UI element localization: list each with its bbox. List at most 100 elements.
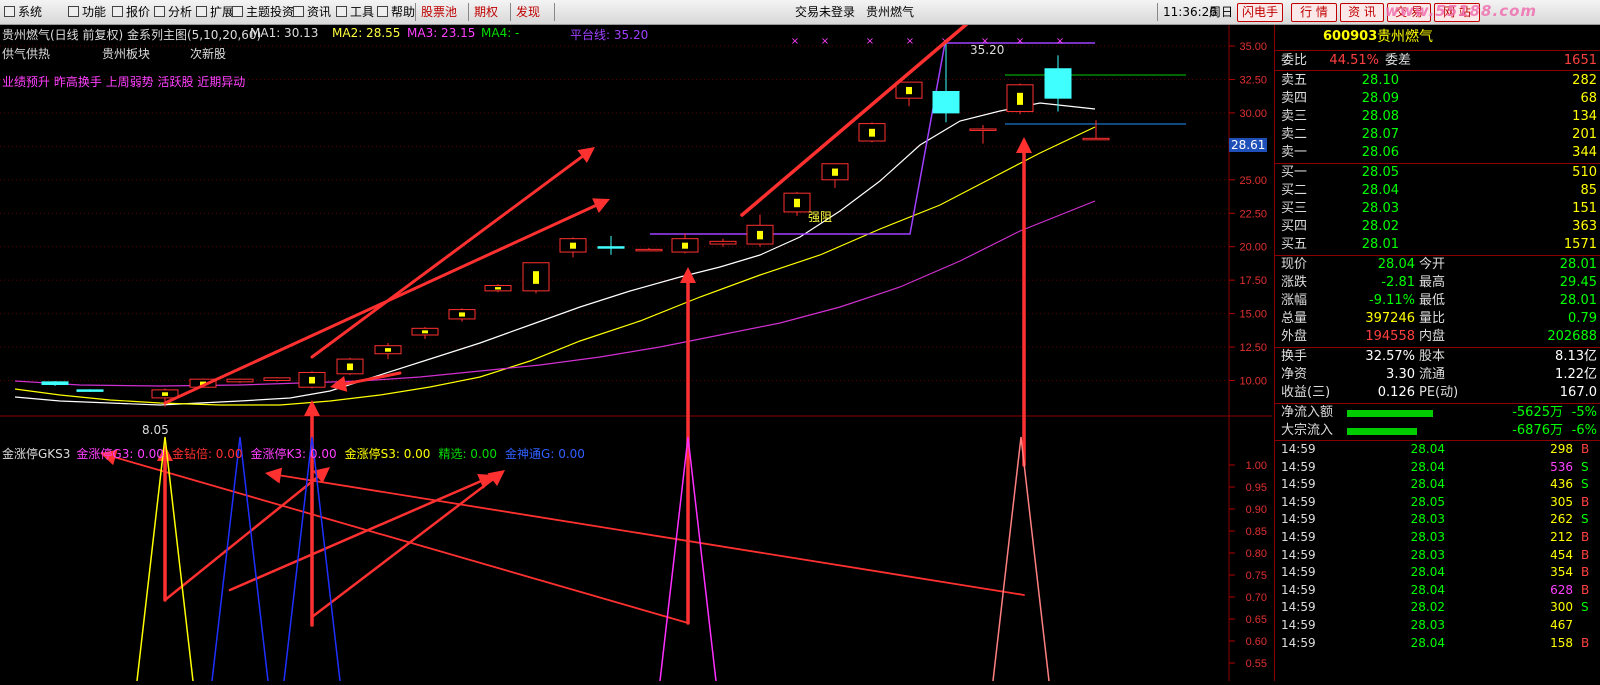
strong-resist-annotation: 强阻 xyxy=(808,210,833,224)
stock-header: 600903 贵州燃气 xyxy=(1275,28,1600,48)
menu-item[interactable]: 系统 xyxy=(4,0,42,24)
candle-signal-bar xyxy=(162,392,168,396)
menu-square-icon xyxy=(232,6,243,17)
tag-cixin[interactable]: 次新股 xyxy=(190,45,226,62)
stat-label: 涨幅 xyxy=(1281,293,1308,308)
platform-marker: × xyxy=(906,36,914,47)
finance-row: 换手 32.57% 股本 8.13亿 xyxy=(1275,348,1600,366)
order-book-buy-row: 买三 28.03 151 xyxy=(1275,200,1600,218)
tag-gongqi[interactable]: 供气供热 xyxy=(2,45,50,62)
menu-item[interactable]: 分析 xyxy=(154,0,192,24)
price-axis-label: 35.00 xyxy=(1239,41,1267,53)
menu-item[interactable]: 主题投资 xyxy=(232,0,294,24)
price-axis-label: 22.50 xyxy=(1239,208,1267,220)
menu-item[interactable]: 扩展 xyxy=(196,0,234,24)
platform-marker: × xyxy=(791,36,799,47)
tick-price: 28.04 xyxy=(1410,565,1445,580)
indicator-value-6: 金神通G: 0.00 xyxy=(505,447,585,461)
ma4-label: MA4: - xyxy=(481,26,520,40)
menu-square-icon xyxy=(68,6,79,17)
menu-label: 系统 xyxy=(18,5,43,19)
top-button-3[interactable]: 资 讯 xyxy=(1340,3,1384,22)
candle-signal-bar xyxy=(757,230,763,240)
finance-value: 0.126 xyxy=(1377,385,1415,400)
top-button-1[interactable]: 闪电手 xyxy=(1237,3,1283,22)
buy-price: 28.02 xyxy=(1361,219,1399,234)
concept-tags[interactable]: 业绩预升 昨高换手 上周弱势 活跃股 近期异动 xyxy=(2,73,245,90)
buy-label: 买四 xyxy=(1281,219,1308,234)
indicator-value-3: 金涨停K3: 0.00 xyxy=(250,447,337,461)
buy-volume: 85 xyxy=(1580,183,1597,198)
ma3-label: MA3: 23.15 xyxy=(407,26,476,40)
stats-row: 外盘 194558 内盘 202688 xyxy=(1275,328,1600,346)
tick-volume: 536 xyxy=(1550,459,1573,474)
tick-price: 28.02 xyxy=(1410,600,1445,615)
price-axis-label: 25.00 xyxy=(1239,175,1267,187)
buy-volume: 363 xyxy=(1572,219,1597,234)
sell-label: 卖五 xyxy=(1281,73,1308,88)
sell-volume: 282 xyxy=(1572,73,1597,88)
sell-volume: 201 xyxy=(1572,127,1597,142)
tick-price: 28.04 xyxy=(1410,459,1445,474)
order-book-buy-row: 买二 28.04 85 xyxy=(1275,182,1600,200)
tick-row: 14:59 28.02 300 S xyxy=(1275,599,1600,616)
candle-body xyxy=(932,90,960,114)
clock-weekday: 周日 xyxy=(1209,5,1234,19)
menu-item[interactable]: 帮助 xyxy=(377,0,415,24)
candle-signal-bar xyxy=(906,86,912,95)
indicator-value-5: 精选: 0.00 xyxy=(438,447,498,461)
menu-item-2[interactable]: 期权 xyxy=(474,0,498,24)
price-axis-label: 32.50 xyxy=(1239,74,1267,86)
sell-volume: 344 xyxy=(1572,145,1597,160)
tick-price: 28.04 xyxy=(1410,635,1445,650)
capital-flow-row: 净流入额 -5625万 -5% xyxy=(1275,404,1600,422)
menu-square-icon xyxy=(336,6,347,17)
top-button-2[interactable]: 行 情 xyxy=(1291,3,1337,22)
kline-chart[interactable]: 35.0032.5030.0027.5025.0022.5020.0017.50… xyxy=(0,0,1272,685)
tag-guizhou[interactable]: 贵州板块 xyxy=(102,45,150,62)
price-axis-label: 15.00 xyxy=(1239,309,1267,321)
buy-price: 28.01 xyxy=(1361,237,1399,252)
sell-price: 28.09 xyxy=(1361,91,1399,106)
tick-side: B xyxy=(1581,635,1590,650)
menu-label: 资讯 xyxy=(307,5,332,19)
menu-label: 主题投资 xyxy=(246,5,295,19)
stat-value: 194558 xyxy=(1365,329,1415,344)
tick-row: 14:59 28.05 305 B xyxy=(1275,494,1600,511)
price-axis-label: 20.00 xyxy=(1239,242,1267,254)
menu-item[interactable]: 工具 xyxy=(336,0,374,24)
high-annotation: 35.20 xyxy=(970,43,1005,57)
chart-area[interactable]: 35.0032.5030.0027.5025.0022.5020.0017.50… xyxy=(0,0,1272,685)
tick-price: 28.04 xyxy=(1410,442,1445,456)
tick-volume: 628 xyxy=(1550,582,1573,597)
buy-volume: 510 xyxy=(1572,165,1597,180)
tick-time: 14:59 xyxy=(1281,494,1316,509)
tick-time: 14:59 xyxy=(1281,565,1316,580)
menu-item-1[interactable]: 股票池 xyxy=(421,0,457,24)
tick-time: 14:59 xyxy=(1281,547,1316,562)
buy-label: 买二 xyxy=(1281,183,1308,198)
menu-square-icon xyxy=(154,6,165,17)
tick-side: B xyxy=(1581,530,1590,544)
menu-item[interactable]: 功能 xyxy=(68,0,106,24)
login-status[interactable]: 交易未登录 xyxy=(795,0,855,24)
order-book-buy-row: 买四 28.02 363 xyxy=(1275,218,1600,236)
tick-side: S xyxy=(1581,459,1589,474)
menu-item-3[interactable]: 发现 xyxy=(516,0,540,24)
tick-time: 14:59 xyxy=(1281,618,1316,632)
order-book-sell-row: 卖四 28.09 68 xyxy=(1275,90,1600,108)
menu-item[interactable]: 报价 xyxy=(112,0,150,24)
platform-label: 平台线: 35.20 xyxy=(570,28,649,42)
candle-signal-bar xyxy=(533,271,539,284)
ind-axis-label: 0.80 xyxy=(1246,548,1267,560)
buy-volume: 1571 xyxy=(1563,237,1597,252)
menu-label: 分析 xyxy=(168,5,193,19)
watermark: www.55188.com xyxy=(1385,2,1538,20)
menu-item[interactable]: 资讯 xyxy=(293,0,331,24)
candle-signal-bar xyxy=(1017,92,1023,105)
tick-row: 14:59 28.04 536 S xyxy=(1275,459,1600,476)
tick-volume: 262 xyxy=(1550,512,1573,527)
finance-value: 32.57% xyxy=(1365,349,1415,364)
candle-body xyxy=(1044,68,1072,99)
finance-label: PE(动) xyxy=(1419,385,1459,400)
